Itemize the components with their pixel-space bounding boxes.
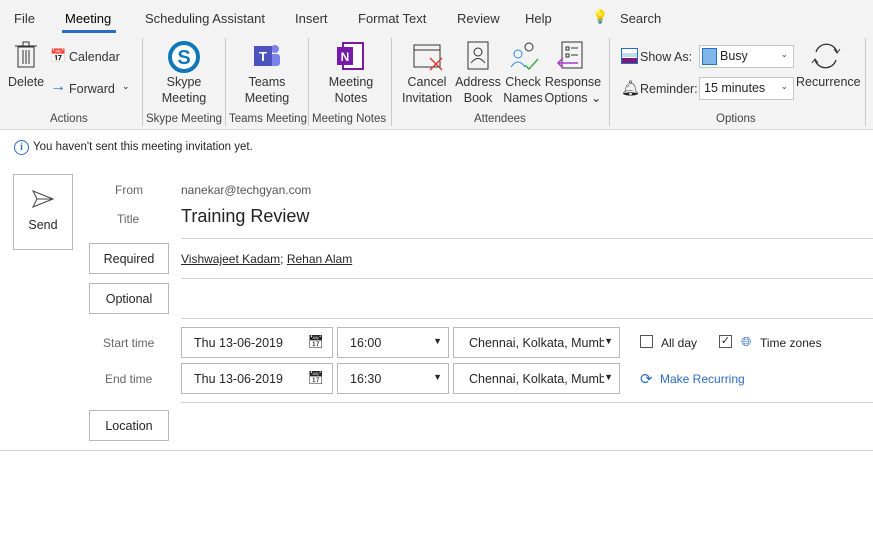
all-day-checkbox[interactable]: [640, 335, 653, 348]
divider: [181, 402, 873, 403]
teams-icon: T: [254, 45, 280, 66]
recurrence-button[interactable]: Recurrence: [796, 74, 861, 90]
tab-insert[interactable]: Insert: [295, 11, 328, 26]
attendee[interactable]: Rehan Alam: [287, 252, 352, 266]
tab-review[interactable]: Review: [457, 11, 500, 26]
caret-down-icon: ▼: [433, 372, 442, 382]
teams-meeting-button[interactable]: Teams Meeting: [232, 74, 302, 106]
divider: [181, 238, 873, 239]
svg-text:N: N: [341, 50, 350, 64]
chevron-down-icon: ⌄: [780, 81, 788, 91]
tab-scheduling-assistant[interactable]: Scheduling Assistant: [145, 11, 265, 26]
end-timezone-dropdown[interactable]: Chennai, Kolkata, Mumb ▼: [453, 363, 620, 394]
recurrence-icon: ⟳: [640, 371, 653, 388]
divider: [181, 278, 873, 279]
lightbulb-icon: 💡: [592, 9, 609, 24]
reminder-dropdown[interactable]: 15 minutes ⌄: [699, 77, 794, 100]
divider: [865, 38, 866, 126]
response-options-button[interactable]: Response Options ⌄: [544, 74, 602, 106]
end-time-label: End time: [105, 372, 153, 386]
group-label-notes: Meeting Notes: [312, 113, 387, 125]
caret-down-icon: ▼: [604, 372, 613, 382]
info-icon: i: [14, 140, 29, 155]
divider: [609, 38, 610, 126]
reminder-label: Reminder:: [640, 82, 698, 96]
recurrence-icon: [811, 43, 841, 69]
svg-text:S: S: [177, 47, 190, 69]
busy-swatch: [702, 48, 717, 65]
make-recurring-link[interactable]: Make Recurring: [660, 372, 745, 386]
end-time-dropdown[interactable]: 16:30 ▼: [337, 363, 449, 394]
check-names-icon: [510, 42, 539, 71]
trash-icon: [15, 41, 37, 68]
start-time-label: Start time: [103, 336, 155, 350]
start-time-dropdown[interactable]: 16:00 ▼: [337, 327, 449, 358]
forward-button[interactable]: Forward: [69, 81, 115, 97]
title-input[interactable]: Training Review: [181, 206, 309, 227]
meeting-notes-button[interactable]: Meeting Notes: [316, 74, 386, 106]
start-date-picker[interactable]: Thu 13-06-2019 📅︎: [181, 327, 333, 358]
calendar-icon[interactable]: 📅︎: [307, 334, 324, 350]
info-message: You haven't sent this meeting invitation…: [33, 141, 253, 153]
title-label: Title: [117, 212, 140, 226]
calendar-button[interactable]: Calendar: [69, 49, 120, 65]
search-box[interactable]: Search: [620, 11, 661, 26]
all-day-label: All day: [661, 336, 698, 350]
end-date-picker[interactable]: Thu 13-06-2019 📅︎: [181, 363, 333, 394]
response-options-icon: [556, 41, 583, 69]
active-tab-indicator: [62, 30, 116, 33]
cancel-invitation-button[interactable]: Cancel Invitation: [399, 74, 455, 106]
send-button[interactable]: Send: [13, 174, 73, 250]
required-button[interactable]: Required: [89, 243, 169, 274]
tab-file[interactable]: File: [14, 11, 35, 26]
tab-meeting[interactable]: Meeting: [65, 11, 111, 26]
tab-format-text[interactable]: Format Text: [358, 11, 426, 26]
divider: [181, 318, 873, 319]
group-label-options: Options: [716, 113, 756, 125]
from-value: nanekar@techgyan.com: [181, 183, 312, 197]
group-label-actions: Actions: [50, 113, 88, 125]
chevron-down-icon[interactable]: ⌄: [122, 81, 130, 92]
address-book-button[interactable]: Address Book: [455, 74, 501, 106]
send-icon: [31, 190, 55, 208]
cancel-invitation-icon: [413, 44, 443, 71]
location-button[interactable]: Location: [89, 410, 169, 441]
delete-button[interactable]: Delete: [8, 74, 44, 90]
divider: [225, 38, 226, 126]
caret-down-icon: ▼: [604, 336, 613, 346]
group-label-teams: Teams Meeting: [229, 113, 307, 125]
time-zones-label: Time zones: [760, 336, 822, 350]
group-label-skype: Skype Meeting: [146, 113, 223, 125]
calendar-icon: 📅: [50, 48, 67, 63]
forward-arrow-icon: →: [50, 78, 66, 95]
svg-text:T: T: [259, 49, 267, 64]
show-as-label: Show As:: [640, 50, 693, 64]
caret-down-icon: ▼: [433, 336, 442, 346]
tab-help[interactable]: Help: [525, 11, 552, 26]
required-attendees-input[interactable]: Vishwajeet Kadam; Rehan Alam: [181, 252, 352, 266]
message-body[interactable]: [0, 451, 873, 554]
show-as-icon: [621, 48, 638, 64]
chevron-down-icon: ⌄: [780, 49, 788, 59]
check-names-button[interactable]: Check Names: [502, 74, 544, 106]
time-zones-checkbox[interactable]: ✓: [719, 335, 732, 348]
from-label: From: [115, 183, 143, 197]
calendar-icon[interactable]: 📅︎: [307, 370, 324, 386]
divider: [142, 38, 143, 126]
skype-meeting-button[interactable]: Skype Meeting: [150, 74, 218, 106]
show-as-dropdown[interactable]: Busy ⌄: [699, 45, 794, 68]
attendee[interactable]: Vishwajeet Kadam: [181, 252, 280, 266]
divider: [308, 38, 309, 126]
globe-icon: 🌐︎: [741, 334, 752, 349]
skype-icon: S: [168, 41, 200, 73]
optional-button[interactable]: Optional: [89, 283, 169, 314]
bell-icon: 🔔︎: [621, 80, 641, 97]
ribbon-tabs: File Meeting Scheduling Assistant Insert…: [0, 0, 873, 36]
divider: [391, 38, 392, 126]
address-book-icon: [467, 41, 489, 70]
onenote-icon: N: [337, 42, 364, 70]
group-label-attendees: Attendees: [474, 113, 526, 125]
start-timezone-dropdown[interactable]: Chennai, Kolkata, Mumb ▼: [453, 327, 620, 358]
